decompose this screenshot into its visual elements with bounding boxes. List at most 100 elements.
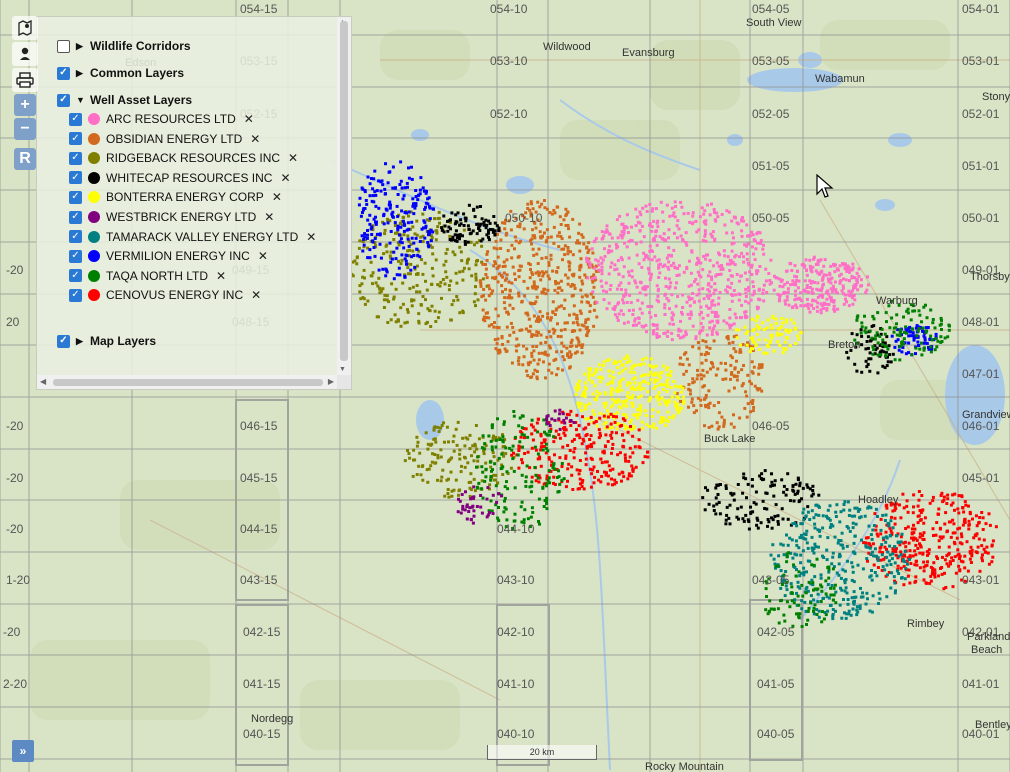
reset-button[interactable]: R xyxy=(14,148,36,170)
well-layer-checkbox[interactable]: ✓ xyxy=(69,151,82,165)
remove-layer-icon[interactable]: ✕ xyxy=(251,288,261,302)
well-marker xyxy=(832,300,836,304)
well-layer-checkbox[interactable]: ✓ xyxy=(69,269,82,283)
well-marker xyxy=(600,272,604,276)
well-marker xyxy=(722,424,726,428)
layer-group-map-layers[interactable]: ✓ ▶ Map Layers xyxy=(57,334,156,348)
well-marker xyxy=(459,222,463,226)
well-layer-checkbox[interactable]: ✓ xyxy=(69,132,82,146)
well-layer-item[interactable]: ✓ BONTERRA ENERGY CORP ✕ xyxy=(69,190,282,204)
print-icon[interactable] xyxy=(12,68,38,92)
zoom-out-button[interactable]: − xyxy=(14,118,36,140)
well-marker xyxy=(539,341,543,345)
zoom-in-button[interactable]: + xyxy=(14,94,36,116)
remove-layer-icon[interactable]: ✕ xyxy=(288,151,298,165)
well-marker xyxy=(740,251,744,255)
well-layer-checkbox[interactable]: ✓ xyxy=(69,230,82,244)
well-layer-item[interactable]: ✓ WESTBRICK ENERGY LTD ✕ xyxy=(69,210,274,224)
expand-arrow-icon[interactable]: ▶ xyxy=(76,41,86,52)
well-marker xyxy=(426,447,430,451)
well-marker xyxy=(581,415,584,419)
well-marker xyxy=(605,460,609,464)
remove-layer-icon[interactable]: ✕ xyxy=(280,171,290,185)
well-layer-checkbox[interactable]: ✓ xyxy=(69,210,82,224)
scroll-down-icon[interactable]: ▼ xyxy=(339,366,346,373)
expand-arrow-icon[interactable]: ▶ xyxy=(76,336,86,347)
well-marker xyxy=(921,329,924,333)
remove-layer-icon[interactable]: ✕ xyxy=(244,112,254,126)
well-marker xyxy=(720,267,724,270)
well-layer-checkbox[interactable]: ✓ xyxy=(69,112,82,126)
well-marker xyxy=(458,233,462,237)
well-marker xyxy=(523,452,527,455)
well-marker xyxy=(492,215,496,218)
remove-layer-icon[interactable]: ✕ xyxy=(272,190,282,204)
well-marker xyxy=(780,478,784,482)
well-marker xyxy=(469,488,473,491)
scroll-left-icon[interactable]: ◀ xyxy=(40,377,46,386)
grid-label: 051-05 xyxy=(752,159,790,173)
well-marker xyxy=(749,298,753,302)
well-layer-checkbox[interactable]: ✓ xyxy=(69,171,82,185)
well-marker xyxy=(538,310,542,314)
common-layers-checkbox[interactable]: ✓ xyxy=(57,66,70,80)
well-marker xyxy=(808,518,812,521)
remove-layer-icon[interactable]: ✕ xyxy=(264,210,274,224)
well-marker xyxy=(710,310,714,314)
scroll-right-icon[interactable]: ▶ xyxy=(328,377,334,386)
well-layer-item[interactable]: ✓ ARC RESOURCES LTD ✕ xyxy=(69,112,254,126)
well-marker xyxy=(393,224,397,227)
scrollbar-thumb[interactable] xyxy=(340,21,348,361)
remove-layer-icon[interactable]: ✕ xyxy=(306,230,316,244)
well-marker xyxy=(610,451,613,455)
layer-group-wildlife-corridors[interactable]: ▶ Wildlife Corridors xyxy=(57,39,191,53)
well-layer-checkbox[interactable]: ✓ xyxy=(69,288,82,302)
well-asset-layers-checkbox[interactable]: ✓ xyxy=(57,93,70,107)
remove-layer-icon[interactable]: ✕ xyxy=(250,132,260,146)
well-marker xyxy=(482,315,486,319)
layer-group-common-layers[interactable]: ✓ ▶ Common Layers xyxy=(57,66,184,80)
collapse-arrow-icon[interactable]: ▼ xyxy=(76,95,86,105)
well-layer-item[interactable]: ✓ WHITECAP RESOURCES INC ✕ xyxy=(69,171,291,185)
well-layer-item[interactable]: ✓ CENOVUS ENERGY INC ✕ xyxy=(69,288,261,302)
panel-horizontal-scrollbar[interactable]: ◀ ▶ xyxy=(37,375,337,389)
well-marker xyxy=(628,455,632,459)
well-layer-item[interactable]: ✓ TAQA NORTH LTD ✕ xyxy=(69,269,226,283)
map-layers-checkbox[interactable]: ✓ xyxy=(57,334,70,348)
remove-layer-icon[interactable]: ✕ xyxy=(258,249,268,263)
well-marker xyxy=(844,586,848,590)
well-marker xyxy=(800,599,804,603)
well-layer-item[interactable]: ✓ RIDGEBACK RESOURCES INC ✕ xyxy=(69,151,298,165)
location-pin-icon[interactable] xyxy=(12,42,38,66)
well-marker xyxy=(717,425,721,429)
well-marker xyxy=(627,309,631,312)
well-marker xyxy=(892,575,896,579)
expand-arrow-icon[interactable]: ▶ xyxy=(76,68,86,79)
well-marker xyxy=(638,291,642,295)
well-marker xyxy=(572,438,576,441)
well-marker xyxy=(899,566,903,570)
well-marker xyxy=(756,306,760,310)
panel-vertical-scrollbar[interactable]: ▲ ▼ xyxy=(337,17,351,375)
well-marker xyxy=(538,271,541,275)
well-marker xyxy=(659,382,663,386)
well-layer-item[interactable]: ✓ VERMILION ENERGY INC ✕ xyxy=(69,249,268,263)
well-layer-checkbox[interactable]: ✓ xyxy=(69,249,82,263)
well-marker xyxy=(651,365,655,369)
well-marker xyxy=(437,310,441,314)
well-layer-checkbox[interactable]: ✓ xyxy=(69,190,82,204)
scrollbar-thumb[interactable] xyxy=(53,379,323,386)
well-marker xyxy=(506,340,510,344)
layer-group-well-asset-layers[interactable]: ✓ ▼ Well Asset Layers xyxy=(57,93,192,107)
wildlife-corridors-checkbox[interactable] xyxy=(57,39,70,53)
well-marker xyxy=(797,616,801,620)
well-marker xyxy=(861,567,865,571)
grid-label: 050-05 xyxy=(752,211,790,225)
well-marker xyxy=(790,538,794,542)
remove-layer-icon[interactable]: ✕ xyxy=(216,269,226,283)
well-layer-item[interactable]: ✓ TAMARACK VALLEY ENERGY LTD ✕ xyxy=(69,230,316,244)
well-layer-item[interactable]: ✓ OBSIDIAN ENERGY LTD ✕ xyxy=(69,132,260,146)
expand-panel-button[interactable]: » xyxy=(12,740,34,762)
map-icon[interactable] xyxy=(12,16,38,40)
well-marker xyxy=(411,249,415,253)
